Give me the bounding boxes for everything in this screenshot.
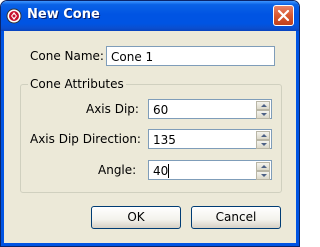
- axis-dip-direction-up-button[interactable]: [256, 131, 270, 140]
- angle-value: 40: [153, 164, 169, 178]
- new-cone-dialog: New Cone Cone Name: Cone 1 Cone Attribut…: [0, 0, 300, 247]
- angle-down-button[interactable]: [256, 171, 270, 180]
- window-title: New Cone: [27, 7, 100, 22]
- axis-dip-direction-value: 135: [153, 133, 176, 147]
- spin-up-icon: [261, 104, 267, 107]
- angle-label: Angle:: [98, 163, 137, 177]
- close-button[interactable]: [273, 5, 294, 26]
- axis-dip-spinbox[interactable]: 60: [148, 99, 272, 119]
- cone-name-input[interactable]: Cone 1: [106, 46, 275, 66]
- text-cursor: [168, 164, 169, 178]
- spin-down-icon: [261, 113, 267, 116]
- axis-dip-direction-spinbox[interactable]: 135: [148, 129, 272, 149]
- window-frame-right: [296, 31, 299, 246]
- spin-up-icon: [261, 165, 267, 168]
- window-frame-bottom: [1, 243, 299, 246]
- cancel-button[interactable]: Cancel: [191, 206, 281, 229]
- spin-up-icon: [261, 134, 267, 137]
- spin-down-icon: [261, 174, 267, 177]
- axis-dip-down-button[interactable]: [256, 110, 270, 119]
- axis-dip-value: 60: [153, 103, 169, 117]
- axis-dip-direction-label: Axis Dip Direction:: [30, 132, 141, 146]
- angle-spinbox[interactable]: 40: [148, 160, 272, 180]
- spin-down-icon: [261, 143, 267, 146]
- axis-dip-label: Axis Dip:: [86, 102, 139, 116]
- axis-dip-up-button[interactable]: [256, 101, 270, 110]
- title-bar[interactable]: New Cone: [1, 1, 299, 31]
- window-frame-left: [1, 31, 4, 246]
- ok-button[interactable]: OK: [91, 206, 181, 229]
- angle-up-button[interactable]: [256, 162, 270, 171]
- app-icon: [6, 8, 22, 24]
- axis-dip-direction-down-button[interactable]: [256, 140, 270, 149]
- cone-name-label: Cone Name:: [30, 49, 104, 63]
- close-icon: [277, 9, 290, 22]
- cone-attributes-group-label: Cone Attributes: [28, 77, 126, 91]
